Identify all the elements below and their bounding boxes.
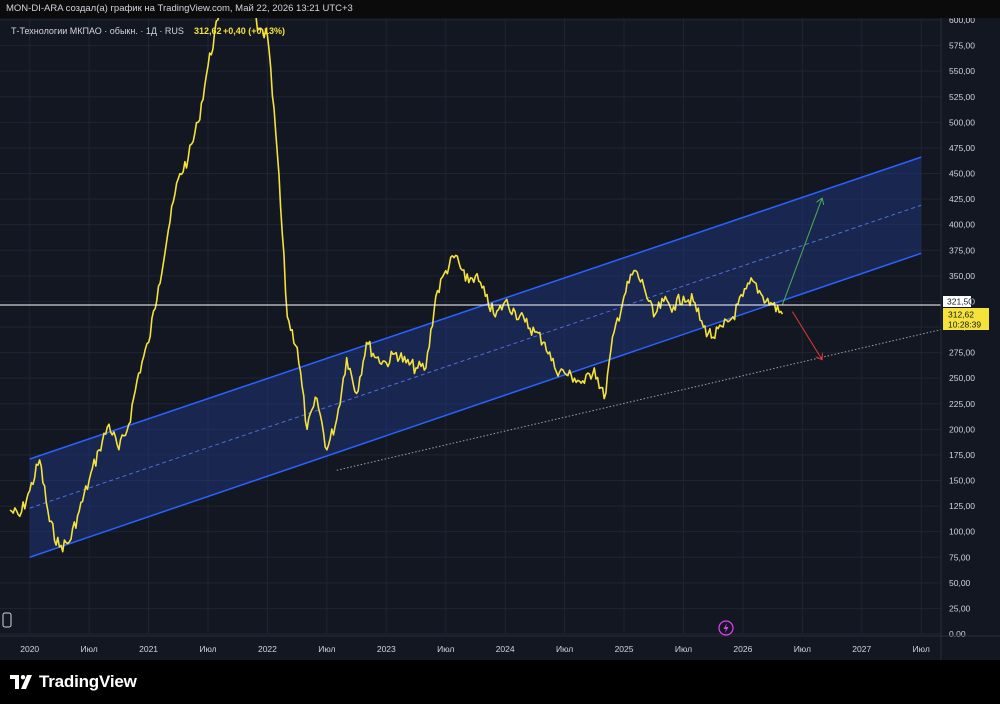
- brand-name: TradingView: [39, 672, 137, 691]
- x-tick-label: Июл: [675, 644, 692, 654]
- y-tick-label: 50,00: [949, 578, 971, 588]
- y-tick-label: 150,00: [949, 476, 975, 486]
- alert-icon[interactable]: [718, 620, 734, 636]
- legend-change: +0,40 (+0,13%): [223, 26, 285, 36]
- caption-text: MON-DI-ARA создал(а) график на TradingVi…: [6, 3, 353, 14]
- channel-upper-line: [29, 156, 922, 460]
- y-tick-label: 0.00: [949, 629, 966, 639]
- x-tick-label: 2022: [258, 644, 277, 654]
- chart-canvas[interactable]: 0.00 25,00 50,00 75,00 100,00 125,00 150,00 175…: [0, 0, 1000, 660]
- current-price-value: 312,62: [948, 310, 974, 320]
- x-tick-label: 2023: [377, 644, 396, 654]
- y-tick-label: 25,00: [949, 603, 971, 613]
- tradingview-logo[interactable]: TradingView: [10, 672, 137, 692]
- legend-last: 312,62: [194, 26, 222, 36]
- x-tick-label: Июл: [318, 644, 335, 654]
- price-tags: 321,50 312,62 10:28:39: [943, 296, 989, 330]
- scroll-handle-icon[interactable]: [2, 612, 12, 628]
- x-tick-label: Июл: [199, 644, 216, 654]
- bar-countdown: 10:28:39: [948, 320, 981, 330]
- price-axis[interactable]: 0.00 25,00 50,00 75,00 100,00 125,00 150,00 175…: [940, 15, 975, 660]
- x-tick-label: 2025: [615, 644, 634, 654]
- y-tick-label: 200,00: [949, 424, 975, 434]
- caption-bar: MON-DI-ARA создал(а) график на TradingVi…: [0, 0, 1000, 18]
- y-tick-label: 550,00: [949, 66, 975, 76]
- y-tick-label: 125,00: [949, 501, 975, 511]
- x-tick-label: 2021: [139, 644, 158, 654]
- channel-lower-line: [29, 252, 922, 558]
- line-price-value: 321,50: [947, 297, 973, 307]
- y-tick-label: 575,00: [949, 41, 975, 51]
- y-tick-label: 400,00: [949, 220, 975, 230]
- y-tick-label: 525,00: [949, 92, 975, 102]
- x-tick-label: Июл: [556, 644, 573, 654]
- symbol-legend: Т-Технологии МКПАО · обыкн. · 1Д · RUS 3…: [11, 26, 285, 36]
- time-axis[interactable]: 2020 Июл 2021 Июл 2022 Июл 2023 Июл 2024 Июл 2025 И…: [0, 635, 1000, 654]
- chart-area[interactable]: 0.00 25,00 50,00 75,00 100,00 125,00 150,00 175…: [0, 0, 1000, 660]
- legend-symbol: Т-Технологии МКПАО · обыкн. · 1Д · RUS: [11, 26, 184, 36]
- x-tick-label: Июл: [794, 644, 811, 654]
- y-tick-label: 600,00: [949, 18, 975, 25]
- y-tick-label: 225,00: [949, 399, 975, 409]
- y-tick-label: 425,00: [949, 194, 975, 204]
- y-tick-label: 350,00: [949, 271, 975, 281]
- y-tick-label: 250,00: [949, 373, 975, 383]
- y-tick-label: 450,00: [949, 169, 975, 179]
- y-tick-label: 175,00: [949, 450, 975, 460]
- y-tick-label: 75,00: [949, 552, 971, 562]
- x-tick-label: 2026: [733, 644, 752, 654]
- x-tick-label: Июл: [913, 644, 930, 654]
- footer: TradingView: [0, 660, 1000, 704]
- x-tick-label: 2027: [852, 644, 871, 654]
- y-tick-label: 100,00: [949, 527, 975, 537]
- x-tick-label: Июл: [437, 644, 454, 654]
- x-tick-label: Июл: [81, 644, 98, 654]
- x-tick-label: 2020: [20, 644, 39, 654]
- y-tick-label: 375,00: [949, 245, 975, 255]
- y-tick-label: 500,00: [949, 117, 975, 127]
- y-tick-label: 475,00: [949, 143, 975, 153]
- y-tick-label: 275,00: [949, 348, 975, 358]
- regression-channel[interactable]: [29, 156, 922, 558]
- tv-logo-icon: [10, 675, 32, 689]
- x-tick-label: 2024: [496, 644, 515, 654]
